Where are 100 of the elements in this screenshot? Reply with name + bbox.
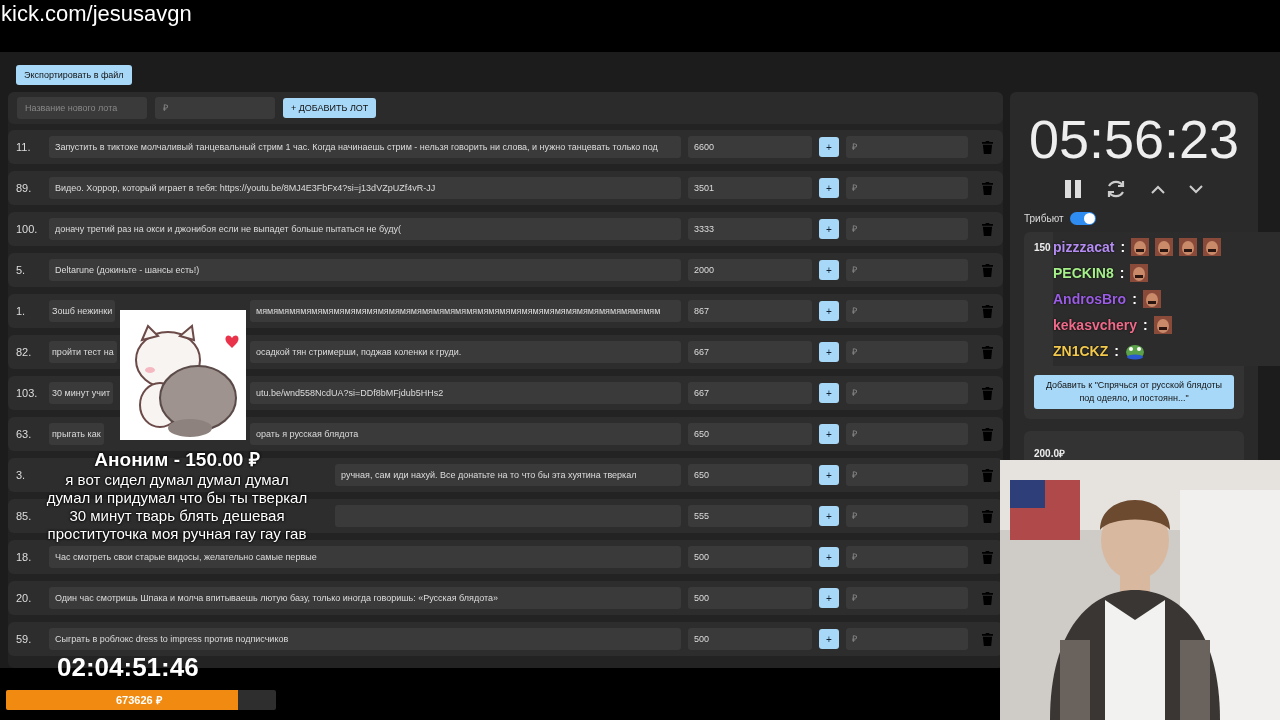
trash-icon[interactable] [982, 386, 993, 400]
add-amount-button[interactable]: + [819, 547, 839, 567]
bid-field[interactable]: ₽ [846, 259, 968, 281]
lot-amount-field[interactable]: 650 [688, 464, 812, 486]
timer-text: 05:56:23 [1027, 108, 1241, 170]
trash-icon[interactable] [982, 591, 993, 605]
lot-name-field[interactable]: пройти тест на [49, 341, 117, 363]
add-amount-button[interactable]: + [819, 260, 839, 280]
add-amount-button[interactable]: + [819, 424, 839, 444]
lot-name-field[interactable]: мямямямямямямямямямямямямямямямямямямямямямямямямямямямямямямямямямямямям [250, 300, 681, 322]
lot-name-field[interactable]: орать я русская блядота [250, 423, 681, 445]
lot-number: 63. [16, 428, 33, 440]
lot-number: 59. [16, 633, 33, 645]
chat-colon: : [1114, 343, 1119, 359]
lot-amount-field[interactable]: 6600 [688, 136, 812, 158]
emote-icon [1155, 238, 1174, 256]
lot-name-field[interactable]: Сыграть в роблокс dress to impress против подписчиков [49, 628, 681, 650]
add-amount-button[interactable]: + [819, 178, 839, 198]
lot-amount-field[interactable]: 2000 [688, 259, 812, 281]
add-amount-button[interactable]: + [819, 301, 839, 321]
lot-number: 5. [16, 264, 27, 276]
lot-name-field[interactable]: 30 минут учит [49, 382, 114, 404]
donation-amount: 150 [1034, 242, 1051, 253]
trash-icon[interactable] [982, 345, 993, 359]
add-amount-button[interactable]: + [819, 506, 839, 526]
lot-amount-field[interactable]: 555 [688, 505, 812, 527]
bid-field[interactable]: ₽ [846, 628, 968, 650]
bid-field[interactable]: ₽ [846, 218, 968, 240]
add-amount-button[interactable]: + [819, 137, 839, 157]
lot-name-field[interactable]: Deltarune (докиньте - шансы есть!) [49, 259, 681, 281]
lot-amount-field[interactable]: 3333 [688, 218, 812, 240]
emote-icon [1142, 290, 1161, 308]
lot-amount-field[interactable]: 500 [688, 628, 812, 650]
bid-field[interactable]: ₽ [846, 464, 968, 486]
trash-icon[interactable] [982, 304, 993, 318]
lot-name-field[interactable]: Видео. Хоррор, который играет в тебя: https://youtu.be/8MJ4E3FbFx4?si=j13dVZpUZf4vR-JJ [49, 177, 681, 199]
lot-name-field[interactable]: Название нового лота [17, 97, 147, 119]
trash-icon[interactable] [982, 222, 993, 236]
frog-emote-icon [1124, 342, 1145, 360]
trash-icon[interactable] [982, 263, 993, 277]
lot-number: 89. [16, 182, 33, 194]
lot-name-field[interactable]: осадкой тян стримерши, поджав коленки к груди. [250, 341, 681, 363]
trash-icon[interactable] [982, 181, 993, 195]
lot-amount-field[interactable]: 500 [688, 546, 812, 568]
lot-name-field[interactable]: Зошб нежинки [49, 300, 116, 322]
lot-amount-field[interactable]: 867 [688, 300, 812, 322]
bid-field[interactable]: ₽ [846, 177, 968, 199]
tribute-label: Трибьют [1024, 212, 1064, 224]
add-amount-button[interactable]: + [819, 465, 839, 485]
lot-amount-field[interactable]: 667 [688, 341, 812, 363]
chat-colon: : [1143, 317, 1148, 333]
bid-field[interactable]: ₽ [846, 136, 968, 158]
chat-colon: : [1132, 291, 1137, 307]
lot-amount-field[interactable]: 3501 [688, 177, 812, 199]
lot-name-field[interactable]: ручная, сам иди нахуй. Все донатьте на то что бы эта хуятина тверкал [335, 464, 681, 486]
trash-icon[interactable] [982, 140, 993, 154]
add-amount-button[interactable]: + [819, 342, 839, 362]
chevron-down-icon[interactable] [1189, 184, 1203, 194]
bid-field[interactable]: ₽ [846, 382, 968, 404]
lot-name-field[interactable]: доначу третий раз на окси и джонибоя если не выпадет больше пытаться не буду( [49, 218, 681, 240]
lot-amount-field[interactable]: ₽ [155, 97, 275, 119]
lot-name-field[interactable]: Запустить в тиктоке молчаливый танцевальный стрим 1 час. Когда начинаешь стрим - нельзя говорить ни слова, и нужно танцевать только под [49, 136, 681, 158]
add-amount-button[interactable]: + [819, 383, 839, 403]
trash-icon[interactable] [982, 550, 993, 564]
chat-username: kekasvchery [1053, 317, 1138, 333]
tribute-toggle[interactable] [1069, 211, 1096, 225]
lot-amount-field[interactable]: 500 [688, 587, 812, 609]
add-lot-button[interactable]: + ДОБАВИТЬ ЛОТ [283, 98, 377, 118]
lot-amount-field[interactable]: 667 [688, 382, 812, 404]
pause-icon[interactable] [1065, 180, 1081, 198]
trash-icon[interactable] [982, 632, 993, 646]
add-amount-button[interactable]: + [819, 629, 839, 649]
add-amount-button[interactable]: + [819, 588, 839, 608]
bid-field[interactable]: ₽ [846, 341, 968, 363]
trash-icon[interactable] [982, 427, 993, 441]
bid-field[interactable]: ₽ [846, 587, 968, 609]
export-button[interactable]: Экспортировать в файл [16, 65, 132, 85]
chevron-up-icon[interactable] [1151, 184, 1165, 194]
lot-number: 103. [16, 387, 39, 399]
lot-name-field[interactable]: Час смотреть свои старые видосы, желательно самые первые [49, 546, 681, 568]
trash-icon[interactable] [982, 468, 993, 482]
donation-message-line: 30 минут тварь блять дешевая [69, 507, 285, 525]
lot-amount-field[interactable]: 650 [688, 423, 812, 445]
bid-field[interactable]: ₽ [846, 300, 968, 322]
refresh-icon[interactable] [1105, 178, 1127, 200]
add-to-lot-button[interactable]: Добавить к "Спрячься от русской блядоты под одеяло, и постоянн..." [1034, 375, 1234, 409]
bid-field[interactable]: ₽ [846, 505, 968, 527]
donation-amount: 200.0₽ [1034, 448, 1066, 459]
bid-field[interactable]: ₽ [846, 423, 968, 445]
bid-field[interactable]: ₽ [846, 546, 968, 568]
trash-icon[interactable] [982, 509, 993, 523]
lot-number: 82. [16, 346, 33, 358]
emote-icon [1131, 238, 1150, 256]
goal-amount: 673626 ₽ [116, 693, 162, 707]
lot-name-field[interactable]: прыгать как [49, 423, 104, 445]
lot-number: 20. [16, 592, 33, 604]
lot-name-field[interactable]: utu.be/wnd558NcdUA?si=DDf8bMFjdub5HHs2 [250, 382, 681, 404]
add-amount-button[interactable]: + [819, 219, 839, 239]
emote-icon [1153, 316, 1172, 334]
lot-name-field[interactable]: Один час смотришь Шпака и молча впитываешь лютую базу, только иногда говоришь: «Русская блядота» [49, 587, 681, 609]
